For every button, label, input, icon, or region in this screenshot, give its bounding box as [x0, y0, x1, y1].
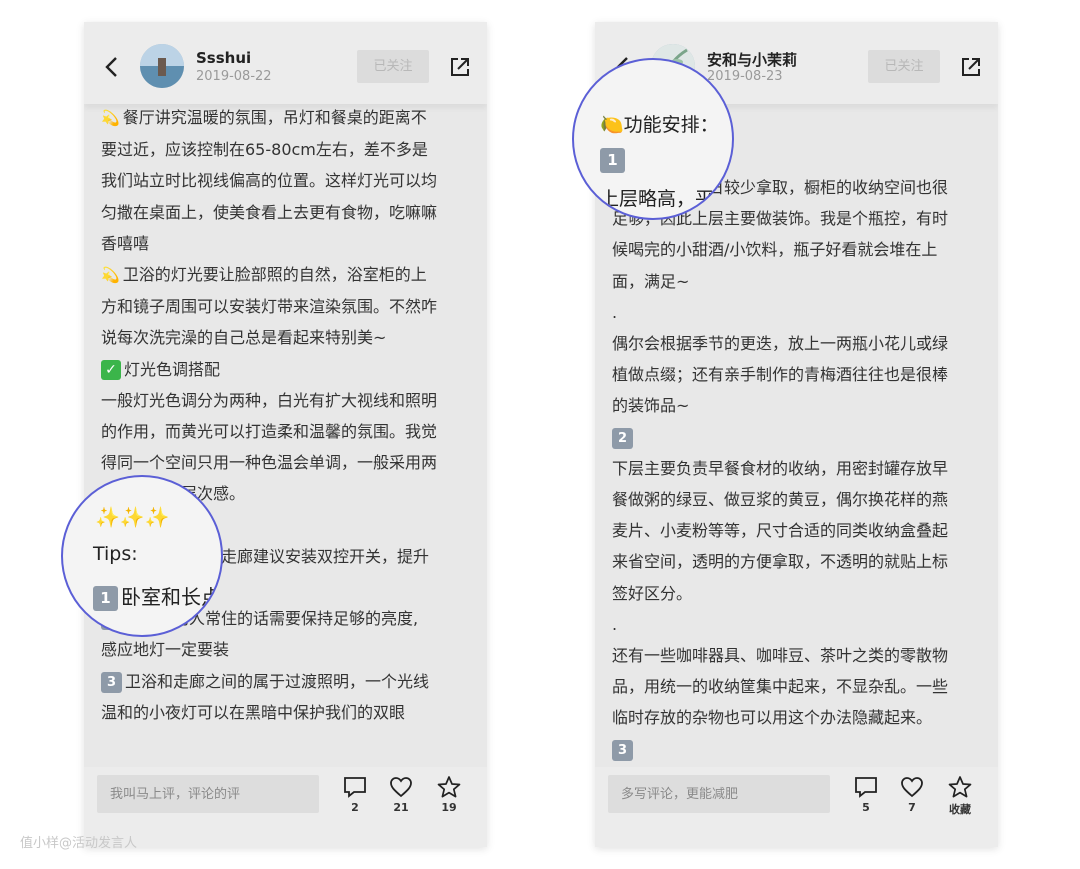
- favorite-button[interactable]: 19: [431, 775, 467, 814]
- text-line: 临时存放的杂物也可以用这个办法隐藏起来。: [612, 708, 933, 728]
- number-badge: 1: [600, 148, 625, 173]
- post-header: Ssshui 2019-08-22 已关注: [84, 22, 487, 104]
- like-button[interactable]: 7: [894, 775, 930, 814]
- favorite-label: 收藏: [949, 803, 971, 816]
- comment-input[interactable]: [608, 775, 830, 813]
- like-button[interactable]: 21: [383, 775, 419, 814]
- lemon-icon: 🍋: [600, 114, 624, 136]
- back-arrow-icon[interactable]: [102, 56, 122, 78]
- post-date: 2019-08-22: [196, 69, 272, 84]
- magnified-list-item: 1卧室和长点的走廊建议安装双控开关，提升: [93, 581, 221, 611]
- username[interactable]: 安和与小茉莉: [707, 49, 797, 70]
- text-line: 得同一个空间只用一种色温会单调，一般采用两: [101, 453, 438, 473]
- bottom-bar: 2 21 19: [84, 767, 487, 847]
- list-number: 3: [612, 734, 984, 765]
- watermark: 值小样@活动发言人: [20, 836, 138, 851]
- number-badge: 2: [612, 427, 633, 449]
- magnifier-callout: 🍋功能安排： 1 上层略高，平日较少拿取: [572, 58, 734, 220]
- comment-icon: [344, 777, 366, 798]
- text-line: 签好区分。: [612, 583, 693, 603]
- comment-count: 5: [862, 801, 870, 814]
- text-line: 植做点缀；还有亲手制作的青梅酒往往也是很棒: [612, 365, 949, 385]
- text-line: 一般灯光色调分为两种，白光有扩大视线和照明: [101, 390, 438, 410]
- heart-icon: [390, 777, 412, 798]
- left-post-screen: Ssshui 2019-08-22 已关注 💫 餐厅讲究温暖的氛围，吊灯和餐桌的距…: [84, 22, 487, 847]
- text-line: 麦片、小麦粉等等，尺寸合适的同类收纳盒叠起: [612, 521, 949, 541]
- text-line: 方和镜子周围可以安装灯带来渲染氛围。不然咋: [101, 297, 438, 317]
- text-line: 的作用，而黄光可以打造柔和温馨的氛围。我觉: [101, 422, 438, 442]
- text-line: 的装饰品~: [612, 396, 690, 416]
- comment-count: 2: [351, 801, 359, 814]
- text-line: 面，满足~: [612, 271, 690, 291]
- text-line: 品，用统一的收纳筐集中起来，不显杂乱。一些: [612, 677, 949, 697]
- text-line: 餐做粥的绿豆、做豆浆的黄豆，偶尔换花样的燕: [612, 490, 949, 510]
- follow-button[interactable]: 已关注: [868, 50, 940, 83]
- glowing-star-icon: ✨✨✨: [95, 505, 170, 529]
- section-heading: ✓ 灯光色调搭配: [101, 354, 473, 385]
- text-line: 要过近，应该控制在65-80cm左右，差不多是: [101, 140, 428, 160]
- text-line: 下层主要负责早餐食材的收纳，用密封罐存放早: [612, 458, 949, 478]
- sparkle-icon: 💫: [101, 266, 120, 285]
- comment-icon: [855, 777, 877, 798]
- bottom-bar: 5 7 收藏: [595, 767, 998, 847]
- favorite-count: 19: [441, 801, 457, 814]
- text-line: 我们站立时比视线偏高的位置。这样灯光可以均: [101, 171, 438, 191]
- magnified-number: 1: [600, 148, 628, 173]
- heart-icon: [901, 777, 923, 798]
- section-heading: 🍋功能安排：: [600, 114, 719, 136]
- post-date: 2019-08-23: [707, 69, 783, 84]
- magnified-text: 上层略高，平日较少拿取: [600, 188, 734, 210]
- number-badge: 3: [101, 671, 122, 693]
- like-count: 21: [393, 801, 409, 814]
- text-line: .: [612, 302, 618, 322]
- comment-input[interactable]: [97, 775, 319, 813]
- share-icon[interactable]: [960, 56, 982, 78]
- like-count: 7: [908, 801, 916, 814]
- follow-button[interactable]: 已关注: [357, 50, 429, 83]
- text-line: 温和的小夜灯可以在黑暗中保护我们的双眼: [101, 702, 406, 722]
- comment-button[interactable]: 2: [337, 775, 373, 814]
- text-line: 感应地灯一定要装: [101, 640, 230, 660]
- comment-button[interactable]: 5: [848, 775, 884, 814]
- post-content: 上层略高，平日较少拿取，橱柜的收纳空间也很 足够，因此上层主要做装饰。我是个瓶控…: [612, 172, 984, 765]
- text-line: 来省空间，透明的方便拿取，不透明的就贴上标: [612, 552, 949, 572]
- star-icon: [948, 776, 972, 798]
- sparkle-icon: 💫: [101, 109, 120, 127]
- favorite-button[interactable]: 收藏: [942, 775, 978, 817]
- text-line: 香嘻嘻: [101, 233, 150, 253]
- text-line: 候喝完的小甜酒/小饮料，瓶子好看就会堆在上: [612, 240, 938, 260]
- text-line: 还有一些咖啡器具、咖啡豆、茶叶之类的零散物: [612, 646, 949, 666]
- list-number: 2: [612, 422, 984, 453]
- magnifier-callout: ✨✨✨ Tips: 1卧室和长点的走廊建议安装双控开关，提升: [61, 475, 223, 637]
- text-line: 💫 餐厅讲究温暖的氛围，吊灯和餐桌的距离不: [101, 102, 473, 134]
- number-badge: 1: [93, 586, 118, 611]
- text-line: 偶尔会根据季节的更迭，放上一两瓶小花儿或绿: [612, 334, 949, 354]
- share-icon[interactable]: [449, 56, 471, 78]
- number-badge: 3: [612, 739, 633, 761]
- text-line: .: [612, 614, 618, 634]
- text-line: 匀撒在桌面上，使美食看上去更有食物，吃嘛嘛: [101, 202, 438, 222]
- avatar[interactable]: [140, 44, 184, 88]
- check-icon: ✓: [101, 360, 121, 381]
- username[interactable]: Ssshui: [196, 49, 251, 67]
- star-icon: [437, 776, 461, 798]
- tips-heading: Tips:: [93, 543, 138, 565]
- text-line: 💫 卫浴的灯光要让脸部照的自然，浴室柜的上: [101, 259, 473, 291]
- list-item: 3 卫浴和走廊之间的属于过渡照明，一个光线: [101, 666, 473, 697]
- text-line: 说每次洗完澡的自己总是看起来特别美~: [101, 328, 387, 348]
